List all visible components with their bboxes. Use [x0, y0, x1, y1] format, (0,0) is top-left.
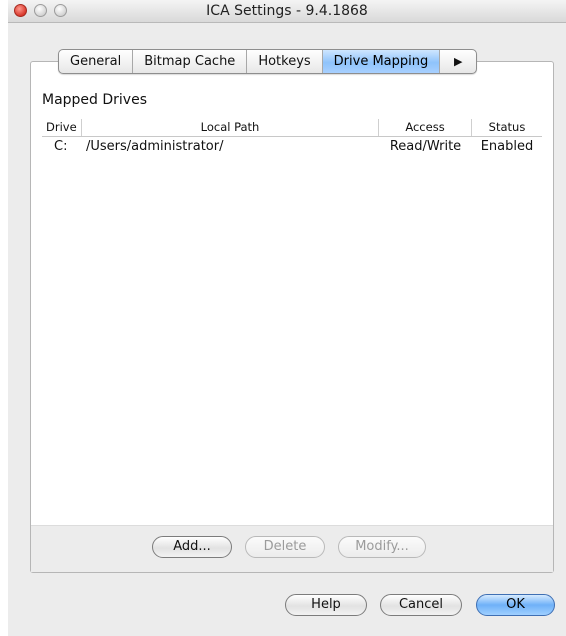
- access-cell: Read/Write: [389, 139, 462, 154]
- tab-bitmap-cache[interactable]: Bitmap Cache: [133, 50, 248, 73]
- ok-button[interactable]: OK: [476, 594, 555, 616]
- table-row[interactable]: C: /Users/administrator/ Read/Write Enab…: [42, 137, 542, 157]
- help-button[interactable]: Help: [285, 594, 367, 616]
- column-header-local-path[interactable]: Local Path: [82, 119, 379, 136]
- title-bar[interactable]: ICA Settings - 9.4.1868: [8, 0, 566, 23]
- local-path-cell: /Users/administrator/: [86, 139, 224, 154]
- window-title: ICA Settings - 9.4.1868: [206, 3, 368, 19]
- drive-cell: C:: [54, 139, 68, 154]
- mapped-drives-table: Drive Local Path Access Status C: /Users…: [42, 119, 542, 157]
- add-drive-button[interactable]: Add...: [152, 536, 232, 558]
- ica-settings-window: ICA Settings - 9.4.1868 General Bitmap C…: [8, 0, 566, 636]
- tab-hotkeys[interactable]: Hotkeys: [247, 50, 323, 73]
- cancel-button[interactable]: Cancel: [380, 594, 462, 616]
- more-tabs-button[interactable]: ▶: [440, 50, 476, 73]
- settings-tab-bar: General Bitmap Cache Hotkeys Drive Mappi…: [58, 49, 478, 74]
- status-cell: Enabled: [480, 139, 534, 154]
- more-tabs-arrow-icon: ▶: [454, 55, 463, 68]
- tab-drive-mapping[interactable]: Drive Mapping: [322, 50, 441, 73]
- mapped-drives-label: Mapped Drives: [42, 92, 147, 108]
- table-header: Drive Local Path Access Status: [42, 119, 542, 137]
- modify-drive-button[interactable]: Modify...: [338, 536, 426, 558]
- delete-drive-button[interactable]: Delete: [245, 536, 325, 558]
- column-header-access[interactable]: Access: [379, 119, 472, 136]
- tab-general[interactable]: General: [59, 50, 134, 73]
- column-header-drive[interactable]: Drive: [42, 119, 82, 136]
- column-header-status[interactable]: Status: [472, 119, 542, 136]
